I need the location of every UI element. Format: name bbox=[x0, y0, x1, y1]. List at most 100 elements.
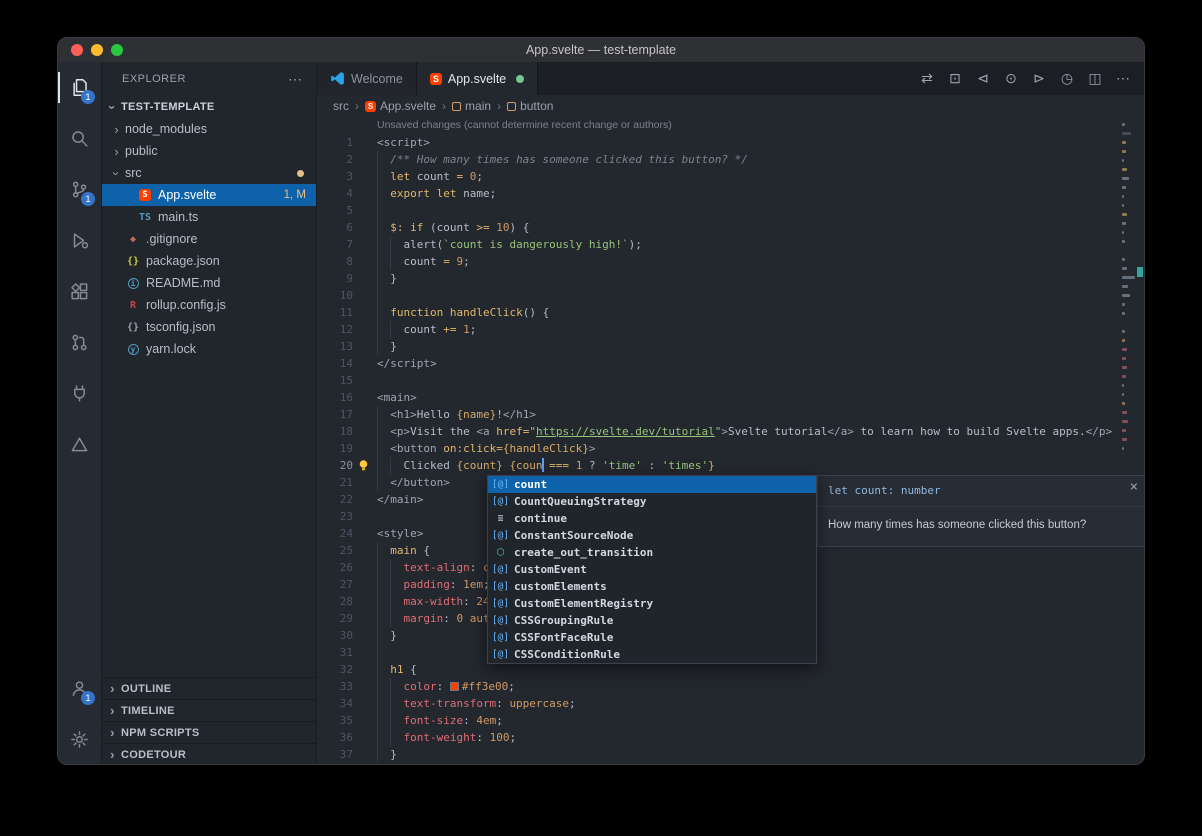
line-number[interactable]: 21 bbox=[317, 474, 353, 491]
activity-item-github-pull-requests[interactable] bbox=[58, 317, 101, 368]
next-change-icon[interactable]: ⊳ bbox=[1026, 70, 1052, 87]
section-outline[interactable]: ›OUTLINE bbox=[102, 677, 316, 699]
code-line-4[interactable]: 4export let name; bbox=[317, 185, 1144, 202]
compare-changes-icon[interactable]: ⇄ bbox=[914, 70, 940, 87]
activity-item-extensions[interactable] bbox=[58, 266, 101, 317]
breadcrumb-item-app-svelte[interactable]: SApp.svelte bbox=[365, 99, 436, 113]
tree-item-rollup-config-js[interactable]: Rrollup.config.js bbox=[102, 294, 316, 316]
close-icon[interactable]: × bbox=[1130, 479, 1138, 496]
code-line-20[interactable]: 20Clicked {count} {coun === 1 ? 'time' :… bbox=[317, 457, 1144, 474]
line-number[interactable]: 24 bbox=[317, 525, 353, 542]
tab-welcome[interactable]: Welcome bbox=[317, 62, 417, 95]
title-bar[interactable]: App.svelte — test-template bbox=[58, 38, 1144, 62]
line-number[interactable]: 13 bbox=[317, 338, 353, 355]
line-number[interactable]: 19 bbox=[317, 440, 353, 457]
line-number[interactable]: 5 bbox=[317, 202, 353, 219]
activity-item-accounts[interactable]: 1 bbox=[58, 663, 101, 714]
code-line-1[interactable]: 1<script> bbox=[317, 134, 1144, 151]
line-number[interactable]: 14 bbox=[317, 355, 353, 372]
line-number[interactable]: 20 bbox=[317, 457, 353, 474]
gitlens-blame-icon[interactable]: ⊙ bbox=[998, 70, 1024, 87]
line-number[interactable]: 37 bbox=[317, 746, 353, 763]
activity-item-run-and-debug[interactable] bbox=[58, 215, 101, 266]
section-codetour[interactable]: ›CODETOUR bbox=[102, 743, 316, 765]
line-number[interactable]: 27 bbox=[317, 576, 353, 593]
tree-item-node-modules[interactable]: ›node_modules bbox=[102, 118, 316, 140]
line-number[interactable]: 15 bbox=[317, 372, 353, 389]
activity-item-search[interactable] bbox=[58, 113, 101, 164]
suggest-item-create_out_transition[interactable]: ⬡create_out_transition bbox=[488, 544, 816, 561]
code-line-18[interactable]: 18<p>Visit the <a href="https://svelte.d… bbox=[317, 423, 1144, 440]
code-line-3[interactable]: 3let count = 0; bbox=[317, 168, 1144, 185]
code-line-8[interactable]: 8count = 9; bbox=[317, 253, 1144, 270]
code-line-35[interactable]: 35font-size: 4em; bbox=[317, 712, 1144, 729]
activity-item-azure[interactable] bbox=[58, 419, 101, 470]
workspace-section-header[interactable]: › TEST-TEMPLATE bbox=[102, 96, 316, 118]
tab-app-svelte[interactable]: SApp.svelte bbox=[417, 62, 538, 95]
tree-item-yarn-lock[interactable]: yyarn.lock bbox=[102, 338, 316, 360]
suggest-item-constantsourcenode[interactable]: [@]ConstantSourceNode bbox=[488, 527, 816, 544]
code-line-5[interactable]: 5 bbox=[317, 202, 1144, 219]
tree-item-public[interactable]: ›public bbox=[102, 140, 316, 162]
code-line-36[interactable]: 36font-weight: 100; bbox=[317, 729, 1144, 746]
code-line-7[interactable]: 7alert(`count is dangerously high!`); bbox=[317, 236, 1144, 253]
code-line-33[interactable]: 33color: #ff3e00; bbox=[317, 678, 1144, 695]
minimap[interactable] bbox=[1121, 117, 1136, 765]
section-timeline[interactable]: ›TIMELINE bbox=[102, 699, 316, 721]
more-actions-icon[interactable]: ⋯ bbox=[288, 71, 302, 88]
suggest-item-count[interactable]: [@]count bbox=[488, 476, 816, 493]
line-number[interactable]: 12 bbox=[317, 321, 353, 338]
line-number[interactable]: 29 bbox=[317, 610, 353, 627]
breadcrumb-item-main[interactable]: main bbox=[452, 99, 491, 113]
line-number[interactable]: 7 bbox=[317, 236, 353, 253]
tree-item--gitignore[interactable]: ◆.gitignore bbox=[102, 228, 316, 250]
code-line-10[interactable]: 10 bbox=[317, 287, 1144, 304]
tree-item-src[interactable]: ›src bbox=[102, 162, 316, 184]
line-number[interactable]: 36 bbox=[317, 729, 353, 746]
line-number[interactable]: 18 bbox=[317, 423, 353, 440]
color-swatch[interactable] bbox=[450, 682, 459, 691]
code-line-16[interactable]: 16<main> bbox=[317, 389, 1144, 406]
line-number[interactable]: 31 bbox=[317, 644, 353, 661]
code-line-9[interactable]: 9} bbox=[317, 270, 1144, 287]
line-number[interactable]: 28 bbox=[317, 593, 353, 610]
breadcrumb-item-button[interactable]: button bbox=[507, 99, 553, 113]
suggest-item-customelements[interactable]: [@]customElements bbox=[488, 578, 816, 595]
code-line-34[interactable]: 34text-transform: uppercase; bbox=[317, 695, 1144, 712]
minimize-window-button[interactable] bbox=[91, 44, 103, 56]
open-changes-icon[interactable]: ⊡ bbox=[942, 70, 968, 87]
code-line-11[interactable]: 11function handleClick() { bbox=[317, 304, 1144, 321]
tree-item-readme-md[interactable]: iREADME.md bbox=[102, 272, 316, 294]
line-number[interactable]: 3 bbox=[317, 168, 353, 185]
line-number[interactable]: 1 bbox=[317, 134, 353, 151]
split-editor-icon[interactable]: ◫ bbox=[1082, 70, 1108, 87]
line-number[interactable]: 16 bbox=[317, 389, 353, 406]
line-number[interactable]: 35 bbox=[317, 712, 353, 729]
suggest-item-customelementregistry[interactable]: [@]CustomElementRegistry bbox=[488, 595, 816, 612]
tree-item-package-json[interactable]: {}package.json bbox=[102, 250, 316, 272]
line-number[interactable]: 30 bbox=[317, 627, 353, 644]
code-line-2[interactable]: 2/** How many times has someone clicked … bbox=[317, 151, 1144, 168]
tree-item-app-svelte[interactable]: SApp.svelte1, M bbox=[102, 184, 316, 206]
unsaved-dot[interactable] bbox=[516, 75, 524, 83]
line-number[interactable]: 32 bbox=[317, 661, 353, 678]
zoom-window-button[interactable] bbox=[111, 44, 123, 56]
line-number[interactable]: 10 bbox=[317, 287, 353, 304]
line-number[interactable]: 2 bbox=[317, 151, 353, 168]
line-number[interactable]: 26 bbox=[317, 559, 353, 576]
code-line-37[interactable]: 37} bbox=[317, 746, 1144, 763]
tree-item-tsconfig-json[interactable]: {}tsconfig.json bbox=[102, 316, 316, 338]
activity-item-source-control[interactable]: 1 bbox=[58, 164, 101, 215]
file-history-icon[interactable]: ◷ bbox=[1054, 70, 1080, 87]
code-line-6[interactable]: 6$: if (count >= 10) { bbox=[317, 219, 1144, 236]
line-number[interactable]: 23 bbox=[317, 508, 353, 525]
line-number[interactable]: 9 bbox=[317, 270, 353, 287]
code-line-13[interactable]: 13} bbox=[317, 338, 1144, 355]
suggest-item-countqueuingstrategy[interactable]: [@]CountQueuingStrategy bbox=[488, 493, 816, 510]
close-window-button[interactable] bbox=[71, 44, 83, 56]
breadcrumb-item-src[interactable]: src bbox=[333, 99, 349, 113]
line-number[interactable]: 34 bbox=[317, 695, 353, 712]
suggest-item-cssgroupingrule[interactable]: [@]CSSGroupingRule bbox=[488, 612, 816, 629]
line-number[interactable]: 6 bbox=[317, 219, 353, 236]
activity-item-remote-explorer[interactable] bbox=[58, 368, 101, 419]
